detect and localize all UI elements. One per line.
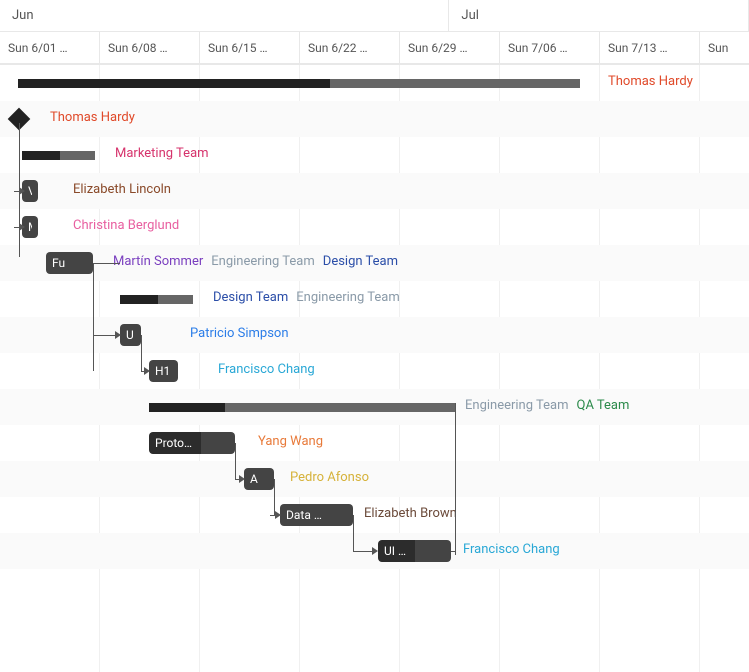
day-cell: Sun 7/13 … <box>600 32 700 63</box>
dependency-line <box>14 191 20 192</box>
row-label: Yang Wang <box>258 434 323 449</box>
task-bar[interactable]: U <box>120 324 141 346</box>
task-label: V <box>28 184 32 198</box>
row-label: Patricio Simpson <box>190 326 289 341</box>
assignee-label: Elizabeth Brown <box>364 506 457 521</box>
day-row: Sun 6/01 …Sun 6/08 …Sun 6/15 …Sun 6/22 …… <box>0 32 749 64</box>
dependency-line <box>270 515 276 516</box>
gantt-row: V Elizabeth Lincoln <box>0 173 749 209</box>
timeline-header: JunJul Sun 6/01 …Sun 6/08 …Sun 6/15 …Sun… <box>0 0 749 65</box>
dependency-line <box>141 335 142 371</box>
row-label: Design Team Engineering Team <box>213 290 400 305</box>
dependency-line <box>455 403 456 555</box>
task-label: A <box>250 472 258 486</box>
assignee-label: Engineering Team <box>465 398 569 413</box>
task-bar[interactable]: Proto… <box>149 432 235 454</box>
task-bar[interactable]: H1 <box>149 360 178 382</box>
day-cell: Sun <box>700 32 749 63</box>
task-bar[interactable]: Fu <box>46 252 93 274</box>
gantt-chart[interactable]: JunJul Sun 6/01 …Sun 6/08 …Sun 6/15 …Sun… <box>0 0 749 672</box>
row-label: Engineering Team QA Team <box>465 398 629 413</box>
assignee-label: Patricio Simpson <box>190 326 289 341</box>
assignee-label: Thomas Hardy <box>50 110 135 125</box>
row-label: Thomas Hardy <box>608 74 693 89</box>
row-label: Francisco Chang <box>218 362 315 377</box>
assignee-label: Pedro Afonso <box>290 470 369 485</box>
day-cell: Sun 6/22 … <box>300 32 400 63</box>
gantt-row: Thomas Hardy <box>0 65 749 101</box>
task-bar[interactable]: Data … <box>280 504 353 526</box>
dependency-line <box>353 515 354 551</box>
assignee-label: Martín Sommer <box>113 254 203 269</box>
gantt-row: Engineering Team QA Team <box>0 389 749 425</box>
day-cell: Sun 6/15 … <box>200 32 300 63</box>
assignee-label: Design Team <box>323 254 398 269</box>
assignee-label: Christina Berglund <box>73 218 179 233</box>
task-bar[interactable]: UI … <box>378 540 451 562</box>
summary-bar[interactable] <box>120 295 193 304</box>
day-cell: Sun 6/08 … <box>100 32 200 63</box>
task-label: U <box>126 328 134 342</box>
gantt-row: Design Team Engineering Team <box>0 281 749 317</box>
task-label: Proto… <box>155 436 192 450</box>
gantt-row: Thomas Hardy <box>0 101 749 137</box>
day-cell: Sun 6/29 … <box>400 32 500 63</box>
assignee-label: Engineering Team <box>296 290 400 305</box>
dependency-line <box>93 335 115 336</box>
task-label: UI … <box>384 544 406 558</box>
dependency-line <box>235 479 240 480</box>
summary-bar[interactable] <box>18 79 580 88</box>
month-row: JunJul <box>0 0 749 32</box>
task-bar[interactable]: A <box>244 468 274 490</box>
dependency-line <box>235 443 236 479</box>
assignee-label: Elizabeth Lincoln <box>73 182 171 197</box>
task-label: H1 <box>155 364 170 378</box>
gantt-row: Data … Elizabeth Brown <box>0 497 749 533</box>
dependency-line <box>274 479 275 515</box>
row-label: Martín Sommer Engineering Team Design Team <box>113 254 398 269</box>
task-label: M <box>28 220 32 234</box>
summary-bar[interactable] <box>22 151 95 160</box>
row-label: Francisco Chang <box>463 542 560 557</box>
gantt-body[interactable]: Thomas Hardy Thomas Hardy Marketing Team V E… <box>0 65 749 569</box>
task-label: Data … <box>286 508 322 522</box>
row-label: Elizabeth Brown <box>364 506 457 521</box>
assignee-label: Engineering Team <box>211 254 315 269</box>
gantt-row: Proto… Yang Wang <box>0 425 749 461</box>
assignee-label: Francisco Chang <box>218 362 315 377</box>
month-cell: Jul <box>449 0 749 31</box>
dependency-line <box>353 551 373 552</box>
dependency-line <box>93 263 120 264</box>
gantt-row: M Christina Berglund <box>0 209 749 245</box>
row-label: Pedro Afonso <box>290 470 369 485</box>
dependency-line <box>451 551 456 552</box>
assignee-label: Marketing Team <box>115 146 209 161</box>
assignee-label: Yang Wang <box>258 434 323 449</box>
row-label: Marketing Team <box>115 146 209 161</box>
gantt-row: Marketing Team <box>0 137 749 173</box>
dependency-line <box>14 227 20 228</box>
row-label: Elizabeth Lincoln <box>73 182 171 197</box>
gantt-row: A Pedro Afonso <box>0 461 749 497</box>
task-label: Fu <box>52 256 65 270</box>
dependency-line <box>141 371 145 372</box>
summary-bar[interactable] <box>149 403 455 412</box>
day-cell: Sun 7/06 … <box>500 32 600 63</box>
assignee-label: Thomas Hardy <box>608 74 693 89</box>
month-cell: Jun <box>0 0 449 31</box>
row-label: Christina Berglund <box>73 218 179 233</box>
assignee-label: Design Team <box>213 290 288 305</box>
assignee-label: Francisco Chang <box>463 542 560 557</box>
assignee-label: QA Team <box>577 398 630 413</box>
day-cell: Sun 6/01 … <box>0 32 100 63</box>
dependency-line <box>93 263 94 371</box>
gantt-row: H1 Francisco Chang <box>0 353 749 389</box>
row-label: Thomas Hardy <box>50 110 135 125</box>
dependency-arrow-icon <box>115 331 121 339</box>
